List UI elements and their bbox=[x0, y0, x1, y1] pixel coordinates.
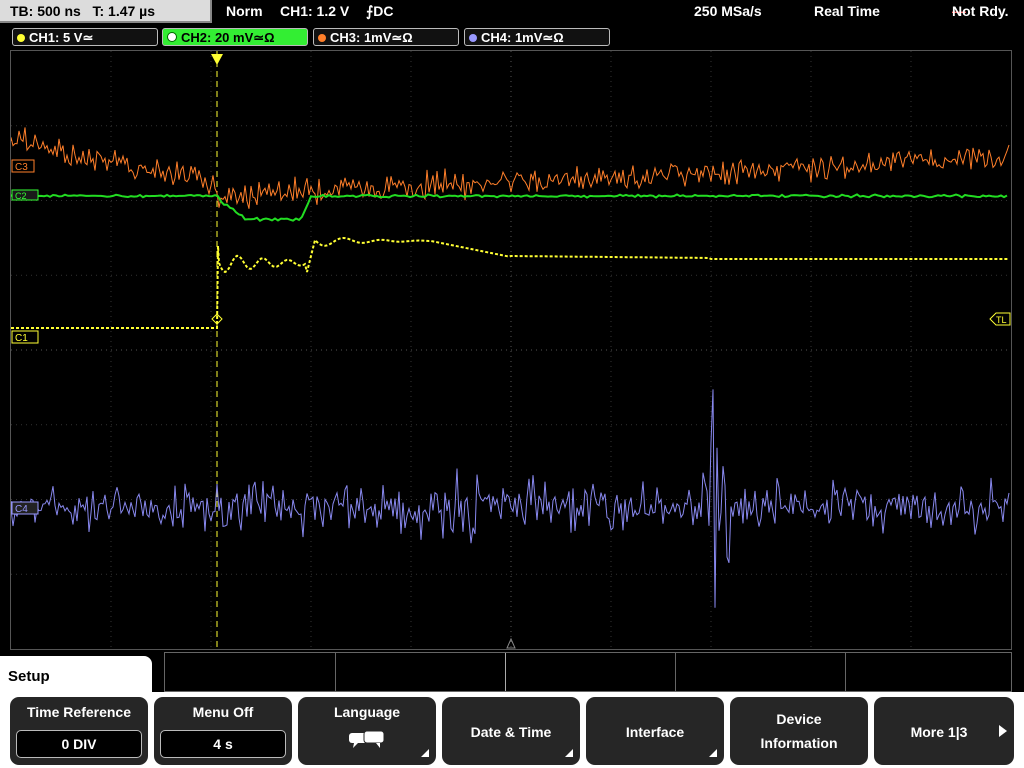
more-label: More 1|3 bbox=[910, 724, 968, 740]
waveform-display[interactable]: C3 C2 C1 C4 TL bbox=[10, 50, 1012, 650]
svg-text:C2: C2 bbox=[15, 191, 27, 201]
sample-rate: 250 MSa/s bbox=[694, 3, 762, 19]
timebase-display[interactable]: TB: 500 ns T: 1.47 µs bbox=[0, 0, 212, 23]
acquisition-status: Not Rdy. bbox=[952, 3, 1009, 19]
time-reference-value: 0 DIV bbox=[16, 730, 142, 758]
graticule bbox=[11, 51, 1011, 649]
acquisition-mode: Real Time bbox=[814, 3, 880, 19]
submenu-indicator-icon bbox=[565, 749, 573, 757]
submenu-indicator-icon bbox=[421, 749, 429, 757]
svg-text:C4: C4 bbox=[15, 504, 28, 515]
channel-tab-ch2[interactable]: CH2: 20 mV≃Ω bbox=[162, 28, 308, 46]
strip-divider bbox=[675, 653, 676, 691]
ch1-marker[interactable]: C1 bbox=[11, 330, 39, 344]
more-button[interactable]: More 1|3 bbox=[874, 697, 1014, 765]
strip-divider bbox=[335, 653, 336, 691]
menu-title: Setup bbox=[0, 656, 152, 696]
ch2-dot-icon bbox=[167, 32, 177, 42]
trigger-mode[interactable]: Norm bbox=[226, 0, 263, 23]
submenu-indicator-icon bbox=[709, 749, 717, 757]
date-time-button[interactable]: Date & Time bbox=[442, 697, 580, 765]
ch4-marker[interactable]: C4 bbox=[11, 501, 39, 515]
time-reference-label: Time Reference bbox=[26, 704, 131, 720]
interface-button[interactable]: Interface bbox=[586, 697, 724, 765]
language-label: Language bbox=[333, 704, 401, 720]
trigger-time-value: T: 1.47 µs bbox=[92, 3, 156, 19]
trigger-slope: ⨍DC bbox=[366, 3, 394, 19]
ch3-label: CH3: 1mV≃Ω bbox=[330, 30, 413, 45]
ch1-waveform bbox=[11, 236, 1009, 329]
channel-tab-ch3[interactable]: CH3: 1mV≃Ω bbox=[313, 28, 459, 46]
ch4-dot-icon bbox=[469, 34, 477, 42]
timebase-value: TB: 500 ns bbox=[10, 3, 81, 19]
trigger-level-marker[interactable]: TL bbox=[989, 312, 1011, 326]
menu-off-button[interactable]: Menu Off 4 s bbox=[154, 697, 292, 765]
ch1-label: CH1: 5 V≃ bbox=[29, 30, 94, 45]
ch4-label: CH4: 1mV≃Ω bbox=[481, 30, 564, 45]
svg-text:C3: C3 bbox=[15, 162, 28, 173]
date-time-label: Date & Time bbox=[470, 724, 552, 740]
trigger-setting[interactable]: CH1: 1.2 V bbox=[280, 0, 349, 23]
arrow-right-icon bbox=[999, 725, 1007, 737]
device-information-line2: Information bbox=[760, 735, 838, 751]
ch2-marker[interactable]: C2 bbox=[11, 189, 39, 201]
device-information-line1: Device bbox=[776, 711, 822, 727]
ch2-label: CH2: 20 mV≃Ω bbox=[181, 30, 275, 45]
menu-off-label: Menu Off bbox=[192, 704, 254, 720]
svg-text:TL: TL bbox=[996, 315, 1007, 325]
trigger-position-marker-icon bbox=[211, 54, 223, 65]
info-strip bbox=[164, 652, 1012, 692]
channel-tab-ch1[interactable]: CH1: 5 V≃ bbox=[12, 28, 158, 46]
waveform-canvas: C3 C2 C1 C4 TL bbox=[10, 51, 1011, 649]
channel-tab-ch4[interactable]: CH4: 1mV≃Ω bbox=[464, 28, 610, 46]
device-information-button[interactable]: Device Information bbox=[730, 697, 868, 765]
ch3-marker[interactable]: C3 bbox=[11, 159, 35, 173]
ch4-waveform bbox=[10, 389, 1010, 608]
strip-divider bbox=[845, 653, 846, 691]
interface-label: Interface bbox=[625, 724, 685, 740]
menu-off-value: 4 s bbox=[160, 730, 286, 758]
ch1-dot-icon bbox=[17, 34, 25, 42]
language-button[interactable]: Language bbox=[298, 697, 436, 765]
ch3-dot-icon bbox=[318, 34, 326, 42]
ch2-waveform bbox=[10, 193, 1008, 223]
status-bar: Norm CH1: 1.2 V ⨍DC 250 MSa/s Real Time … bbox=[214, 0, 1024, 23]
svg-text:C1: C1 bbox=[15, 333, 28, 344]
speech-bubbles-icon bbox=[349, 730, 385, 748]
time-reference-button[interactable]: Time Reference 0 DIV bbox=[10, 697, 148, 765]
strip-divider bbox=[505, 653, 506, 691]
